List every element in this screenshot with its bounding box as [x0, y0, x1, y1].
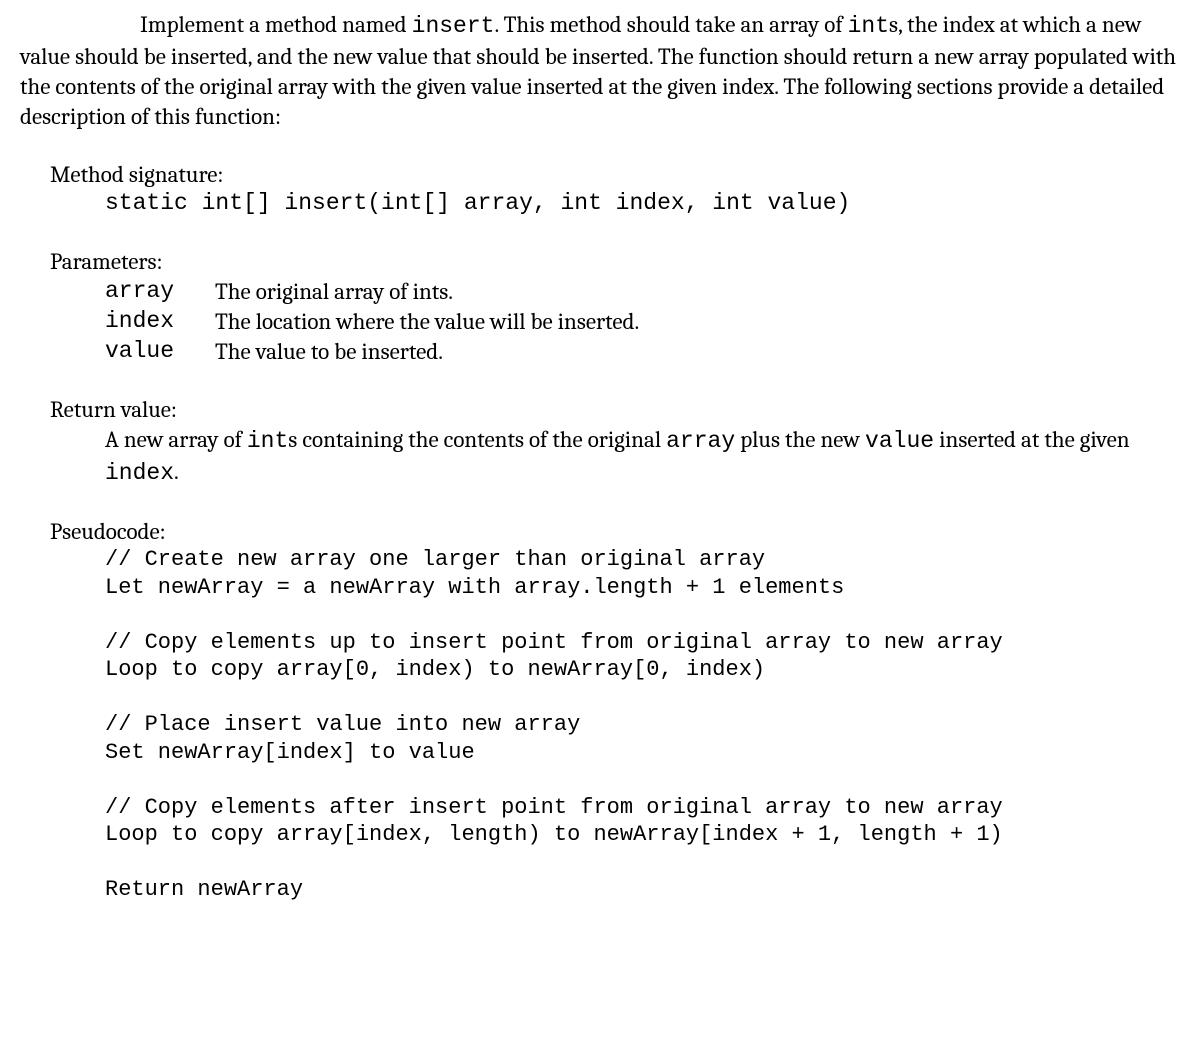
param-name: index: [105, 307, 215, 337]
rv-code-2: array: [666, 428, 735, 454]
param-row: value The value to be inserted.: [105, 337, 1180, 367]
method-signature-section: Method signature: static int[] insert(in…: [50, 160, 1180, 220]
parameters-section: Parameters: array The original array of …: [50, 247, 1180, 367]
method-signature-code: static int[] insert(int[] array, int ind…: [105, 189, 1180, 219]
param-desc: The original array of ints.: [215, 277, 1180, 307]
pseudocode-label: Pseudocode:: [50, 517, 1180, 547]
param-row: index The location where the value will …: [105, 307, 1180, 337]
param-desc: The value to be inserted.: [215, 337, 1180, 367]
rv-text-1: A new array of: [105, 426, 247, 453]
rv-code-1: int: [247, 428, 288, 454]
rv-code-4: index: [105, 460, 174, 486]
method-signature-label: Method signature:: [50, 160, 1180, 190]
param-row: array The original array of ints.: [105, 277, 1180, 307]
pseudocode-section: Pseudocode: // Create new array one larg…: [50, 517, 1180, 904]
return-value-label: Return value:: [50, 395, 1180, 425]
param-name: value: [105, 337, 215, 367]
intro-text-2: . This method should take an array of: [494, 11, 847, 38]
return-value-text: A new array of ints containing the conte…: [105, 425, 1180, 489]
rv-text-2: s containing the contents of the origina…: [288, 426, 666, 453]
rv-text-4: inserted at the given: [934, 426, 1130, 453]
intro-code-2: int: [848, 13, 889, 39]
intro-code-1: insert: [412, 13, 495, 39]
intro-text-1: Implement a method named: [140, 11, 412, 38]
rv-text-3: plus the new: [735, 426, 865, 453]
intro-paragraph: Implement a method named insert. This me…: [20, 10, 1180, 132]
param-name: array: [105, 277, 215, 307]
param-desc: The location where the value will be ins…: [215, 307, 1180, 337]
parameters-label: Parameters:: [50, 247, 1180, 277]
rv-text-5: .: [174, 458, 179, 485]
pseudocode-block: // Create new array one larger than orig…: [105, 546, 1180, 904]
rv-code-3: value: [865, 428, 934, 454]
return-value-section: Return value: A new array of ints contai…: [50, 395, 1180, 489]
